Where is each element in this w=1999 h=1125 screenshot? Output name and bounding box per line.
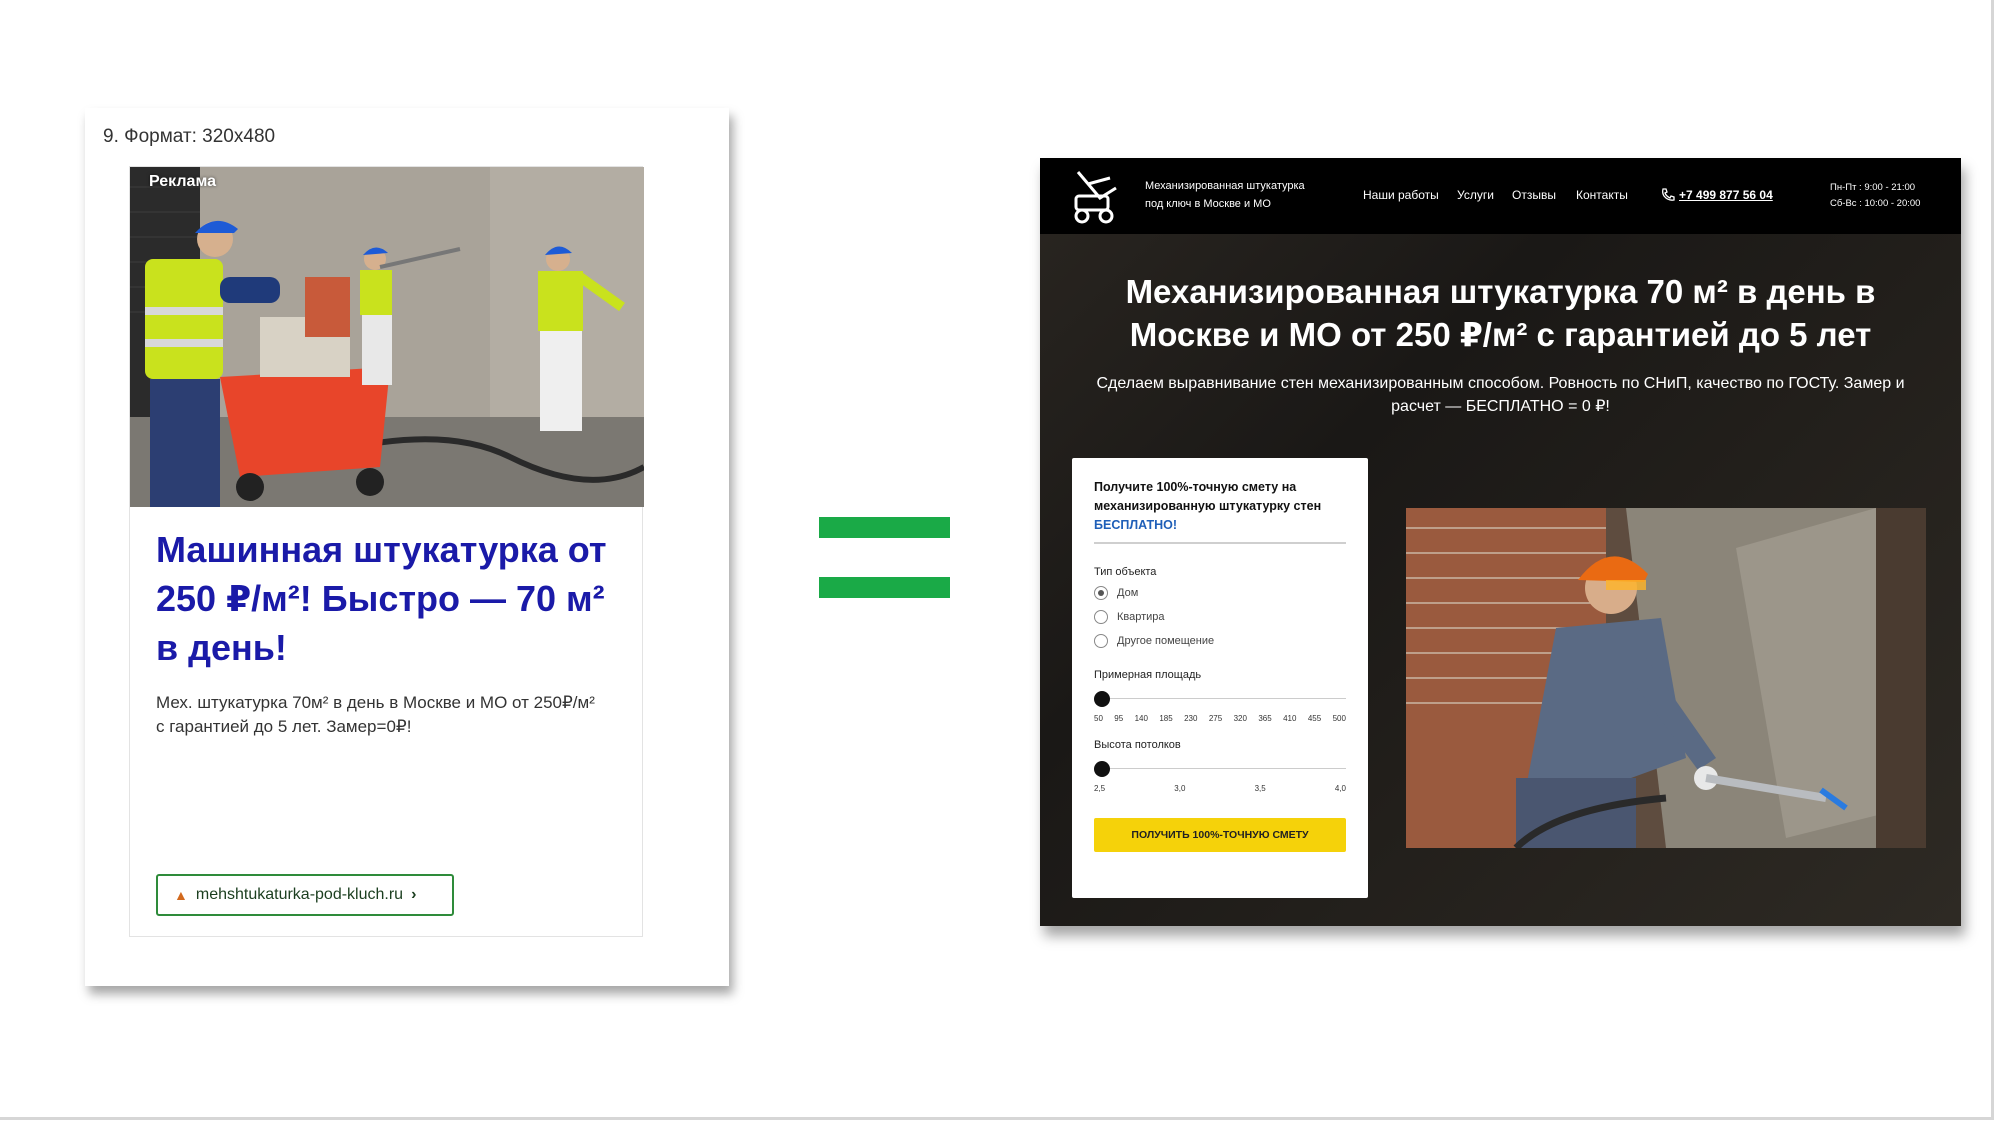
nav-item-services[interactable]: Услуги — [1457, 188, 1494, 202]
equals-bar-top — [819, 517, 950, 538]
ad-site-link-button[interactable]: ▲ mehshtukaturka-pod-kluch.ru › — [156, 874, 454, 916]
get-estimate-button[interactable]: ПОЛУЧИТЬ 100%-ТОЧНУЮ СМЕТУ — [1094, 818, 1346, 852]
landing-subheadline: Сделаем выравнивание стен механизированн… — [1096, 375, 1905, 415]
area-tick: 500 — [1332, 714, 1346, 723]
area-tick: 275 — [1208, 714, 1223, 723]
radio-dot — [1094, 610, 1108, 624]
logo-plastering-machine-icon[interactable] — [1070, 168, 1122, 224]
hours-weekdays: Пн-Пт : 9:00 - 21:00 — [1830, 182, 1916, 193]
hero-worker-illustration — [1406, 508, 1926, 848]
chevron-right-icon: › — [411, 886, 417, 903]
ceiling-height-slider-handle[interactable] — [1094, 761, 1110, 777]
radio-other-room[interactable]: Другое помещение — [1094, 634, 1214, 648]
radio-apartment[interactable]: Квартира — [1094, 610, 1165, 624]
ceiling-height-label: Высота потолков — [1094, 739, 1181, 751]
ad-badge: Реклама — [149, 173, 216, 190]
landing-page-preview: Механизированная штукатурка под ключ в М… — [1040, 158, 1961, 926]
ad-title[interactable]: Машинная штукатурка от 250 ₽/м²! Быстро … — [156, 525, 626, 672]
area-label: Примерная площадь — [1094, 669, 1202, 681]
ad-photo: Реклама — [130, 167, 644, 507]
brand-name: Механизированная штукатурка под ключ в М… — [1145, 177, 1335, 213]
ad-site-link-text: mehshtukaturka-pod-kluch.ru — [195, 886, 404, 903]
phone-link[interactable]: +7 499 877 56 04 — [1679, 188, 1773, 202]
nav-item-reviews[interactable]: Отзывы — [1512, 188, 1556, 202]
nav-item-works[interactable]: Наши работы — [1363, 188, 1439, 202]
brand-line-1: Механизированная штукатурка — [1145, 180, 1305, 192]
area-tick: 365 — [1258, 714, 1272, 723]
radio-apartment-label: Квартира — [1117, 611, 1165, 623]
ceiling-height-tick: 2,5 — [1094, 784, 1106, 793]
radio-house[interactable]: Дом — [1094, 586, 1138, 600]
ceiling-height-slider[interactable] — [1094, 761, 1346, 777]
working-hours: Пн-Пт : 9:00 - 21:00 Сб-Вс : 10:00 - 20:… — [1830, 180, 1920, 212]
hero-worker-photo — [1406, 508, 1926, 848]
area-tick: 140 — [1134, 714, 1148, 723]
ceiling-height-tick: 3,0 — [1174, 784, 1186, 793]
landing-headline: Механизированная штукатурка 70 м² в день… — [1125, 273, 1876, 353]
slide: 9. Формат: 320х480 Реклама Машинная штук… — [0, 0, 1994, 1120]
area-tick: 185 — [1159, 714, 1173, 723]
form-title-main: Получите 100%-точную смету на механизиро… — [1094, 480, 1322, 513]
equals-bar-bottom — [819, 577, 950, 598]
ad-photo-illustration — [130, 167, 644, 507]
area-tick: 410 — [1283, 714, 1297, 723]
landing-header: Механизированная штукатурка под ключ в М… — [1040, 158, 1961, 234]
radio-house-label: Дом — [1117, 587, 1139, 599]
area-tick: 455 — [1307, 714, 1322, 723]
hours-weekend: Сб-Вс : 10:00 - 20:00 — [1830, 198, 1921, 209]
ceiling-height-tick: 4,0 — [1334, 784, 1346, 793]
area-slider-handle[interactable] — [1094, 691, 1110, 707]
area-tick: 95 — [1114, 714, 1124, 723]
estimate-form: Получите 100%-точную смету на механизиро… — [1072, 458, 1368, 898]
ceiling-height-slider-track — [1094, 768, 1346, 769]
fire-icon: ▲ — [174, 887, 188, 903]
area-slider[interactable] — [1094, 691, 1346, 707]
phone-icon — [1662, 188, 1675, 201]
ceiling-height-tick: 3,5 — [1254, 784, 1266, 793]
form-title-free: БЕСПЛАТНО! — [1094, 518, 1178, 532]
ad-card[interactable]: Реклама Машинная штукатурка от 250 ₽/м²!… — [129, 166, 644, 937]
nav-item-contacts[interactable]: Контакты — [1576, 188, 1628, 202]
brand-line-2: под ключ в Москве и МО — [1145, 198, 1271, 210]
area-slider-ticks: 50 95 140 185 230 275 320 365 410 455 500 — [1094, 714, 1346, 723]
form-divider — [1094, 542, 1346, 544]
radio-dot-selected — [1094, 586, 1108, 600]
form-title: Получите 100%-точную смету на механизиро… — [1094, 478, 1344, 535]
area-tick: 230 — [1184, 714, 1198, 723]
area-tick: 50 — [1094, 714, 1103, 723]
radio-dot — [1094, 634, 1108, 648]
ad-preview-frame: 9. Формат: 320х480 Реклама Машинная штук… — [85, 108, 729, 986]
area-tick: 320 — [1233, 714, 1247, 723]
radio-other-room-label: Другое помещение — [1117, 635, 1215, 647]
area-slider-track — [1094, 698, 1346, 699]
object-type-label: Тип объекта — [1094, 566, 1157, 578]
format-label: 9. Формат: 320х480 — [103, 126, 276, 147]
ceiling-height-slider-ticks: 2,5 3,0 3,5 4,0 — [1094, 784, 1346, 793]
ad-description: Мех. штукатурка 70м² в день в Москве и М… — [156, 693, 595, 736]
